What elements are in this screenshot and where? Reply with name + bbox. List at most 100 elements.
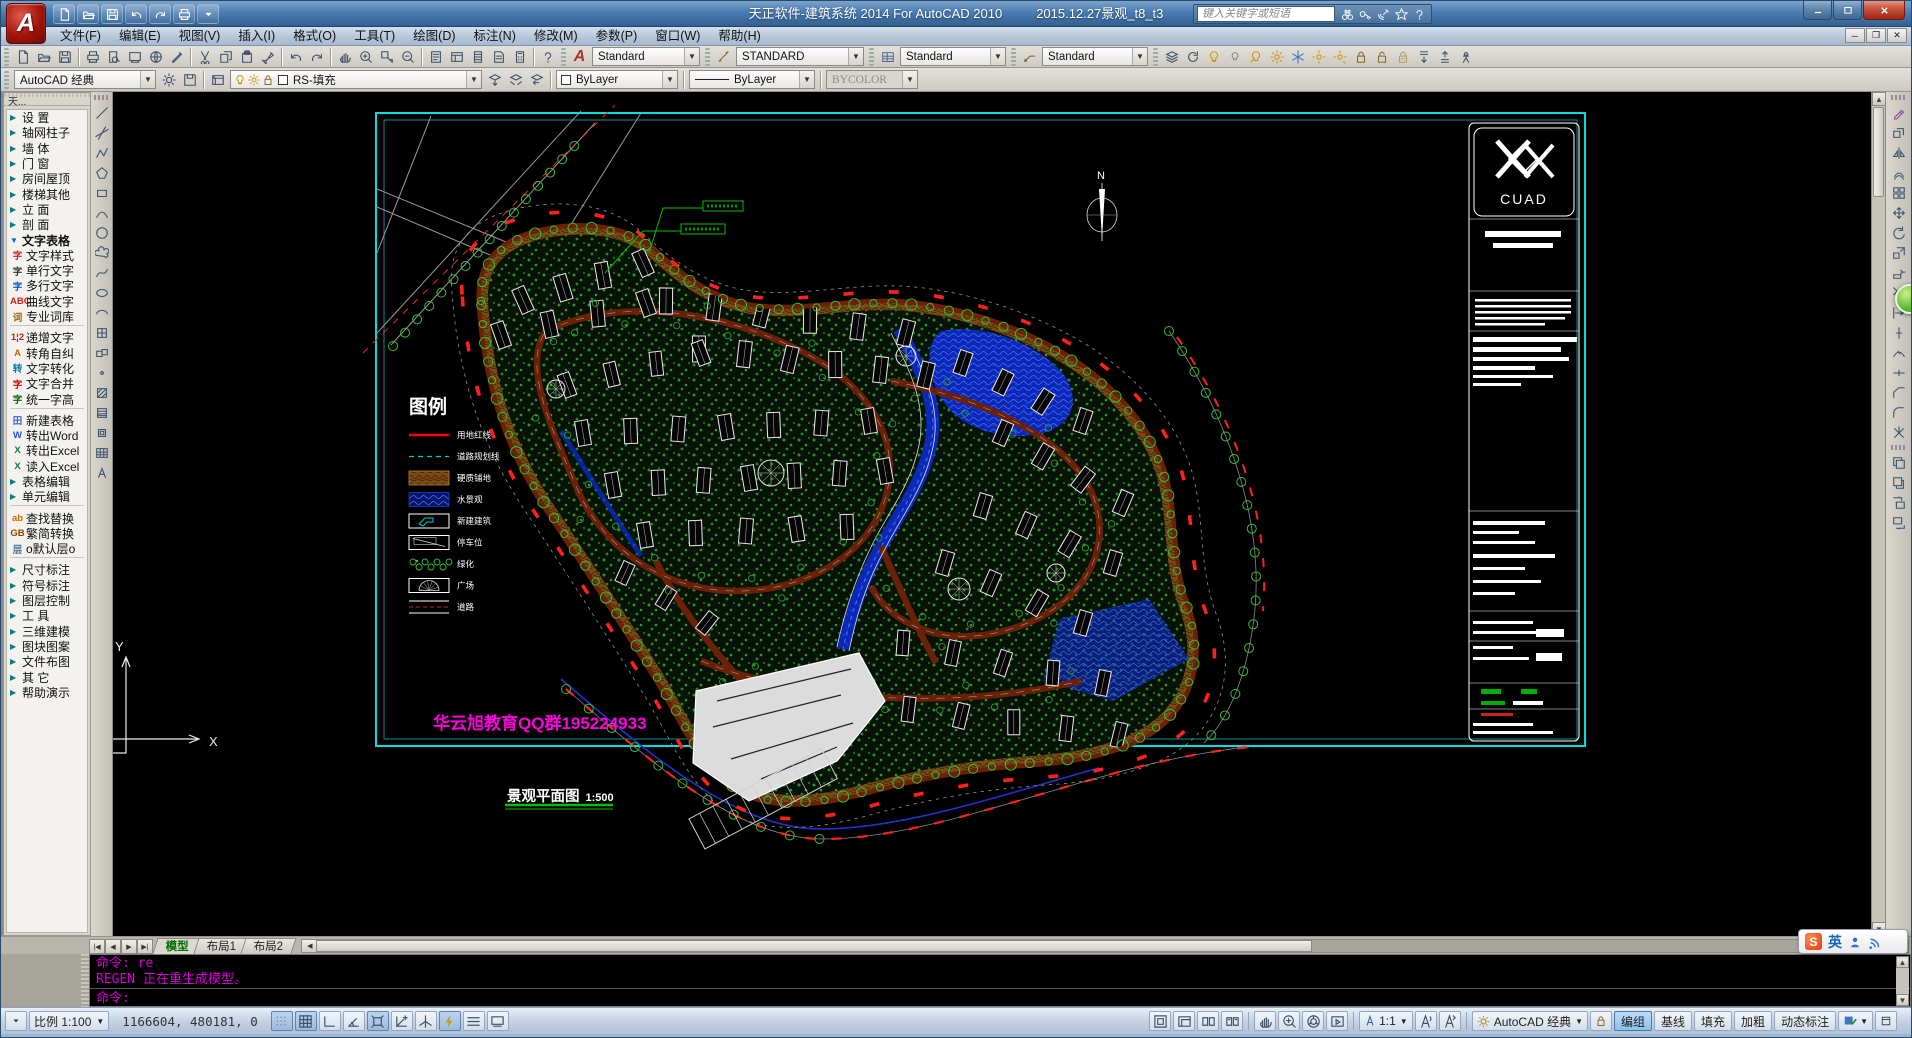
infocenter-search-input[interactable]: [1197, 6, 1335, 22]
rotate-icon[interactable]: [1889, 223, 1909, 242]
plot-icon[interactable]: [173, 4, 195, 24]
ellipse-icon[interactable]: [92, 283, 112, 302]
redo-icon[interactable]: [306, 47, 327, 67]
gradient-icon[interactable]: [92, 403, 112, 422]
array-icon[interactable]: [1889, 183, 1909, 202]
layer-refresh-icon[interactable]: [1182, 47, 1203, 67]
scroll-up-icon[interactable]: ▲: [1896, 956, 1909, 968]
canvas-horizontal-scrollbar[interactable]: ◀ ▶: [301, 939, 1909, 953]
palette-item-11[interactable]: 字多行文字: [7, 278, 87, 293]
palette-item-23[interactable]: X转出Excel: [7, 443, 87, 458]
annotation-scale-control[interactable]: 1:1▼: [1359, 1011, 1413, 1031]
menu-item-11[interactable]: 帮助(H): [709, 27, 769, 46]
lock-icon[interactable]: [1350, 47, 1371, 67]
palette-item-19[interactable]: 字统一字高: [7, 391, 87, 406]
toolbar-grip[interactable]: [4, 71, 9, 89]
wifi-icon[interactable]: [1868, 935, 1882, 949]
palette-item-37[interactable]: ▶图块图案: [7, 639, 87, 654]
join-icon[interactable]: [1889, 363, 1909, 382]
palette-item-35[interactable]: ▶工 具: [7, 608, 87, 623]
first-tab-icon[interactable]: |◀: [89, 939, 105, 954]
zoom-window-icon[interactable]: [376, 47, 397, 67]
palette-item-34[interactable]: ▶图层控制: [7, 593, 87, 608]
palette-item-9[interactable]: 字文字样式: [7, 248, 87, 263]
bulb-off-icon[interactable]: [1224, 47, 1245, 67]
toolbar-grip[interactable]: [94, 95, 110, 100]
command-window-grip[interactable]: [81, 954, 89, 1007]
snap-icon[interactable]: [271, 1011, 293, 1031]
pan-icon[interactable]: [334, 47, 355, 67]
qat-dropdown-icon[interactable]: [197, 4, 219, 24]
sogou-logo-icon[interactable]: S: [1805, 933, 1822, 950]
otrack-icon[interactable]: [391, 1011, 413, 1031]
toggle-动态标注[interactable]: 动态标注: [1774, 1011, 1836, 1031]
bulb-on-icon[interactable]: [1203, 47, 1224, 67]
model-space-icon[interactable]: [1149, 1011, 1171, 1031]
show-motion-icon[interactable]: [1326, 1011, 1348, 1031]
ime-toolbar[interactable]: S 英: [1798, 929, 1908, 954]
menu-item-5[interactable]: 工具(T): [345, 27, 404, 46]
move-icon[interactable]: [1889, 203, 1909, 222]
menu-item-9[interactable]: 参数(P): [587, 27, 647, 46]
recent-commands-icon[interactable]: [5, 1011, 27, 1031]
insert-block-icon[interactable]: [92, 323, 112, 342]
workspace-combo[interactable]: AutoCAD 经典▼: [14, 70, 156, 89]
toolbar-grip[interactable]: [561, 48, 566, 66]
pan-icon[interactable]: [1254, 1011, 1276, 1031]
command-scrollbar[interactable]: ▲ ▼: [1896, 956, 1909, 1006]
star-icon[interactable]: [1392, 6, 1410, 22]
cut-icon[interactable]: [194, 47, 215, 67]
polar-icon[interactable]: [343, 1011, 365, 1031]
line-icon[interactable]: [92, 103, 112, 122]
calculator-icon[interactable]: [509, 47, 530, 67]
menu-item-2[interactable]: 视图(V): [170, 27, 230, 46]
palette-item-36[interactable]: ▶三维建模: [7, 624, 87, 639]
construction-line-icon[interactable]: [92, 123, 112, 142]
scrollbar-thumb[interactable]: [316, 940, 1312, 952]
palette-item-22[interactable]: W转出Word: [7, 428, 87, 443]
help-icon[interactable]: [537, 47, 558, 67]
layer-previous-icon[interactable]: [526, 70, 547, 90]
command-text-area[interactable]: 命令: re REGEN 正在重生成模型。 命令: ▲ ▼: [89, 954, 1911, 1007]
key-icon[interactable]: [1356, 6, 1374, 22]
last-tab-icon[interactable]: ▶|: [137, 939, 153, 954]
fillet-icon[interactable]: [1889, 403, 1909, 422]
auto-annotation-icon[interactable]: [1439, 1011, 1461, 1031]
zoom-previous-icon[interactable]: [397, 47, 418, 67]
person-icon[interactable]: [1848, 935, 1862, 949]
tool-palettes-icon[interactable]: [467, 47, 488, 67]
dyn-icon[interactable]: [439, 1011, 461, 1031]
palette-item-6[interactable]: ▶立 面: [7, 202, 87, 217]
palette-item-5[interactable]: ▶楼梯其他: [7, 186, 87, 201]
mleader-style-combo[interactable]: Standard▼: [1042, 47, 1148, 66]
toggle-基线[interactable]: 基线: [1654, 1011, 1692, 1031]
draworder-below-icon[interactable]: [1889, 513, 1909, 532]
copy-object-icon[interactable]: [1889, 123, 1909, 142]
mtext-icon[interactable]: [92, 463, 112, 482]
next-tab-icon[interactable]: ▶: [121, 939, 137, 954]
palette-item-40[interactable]: ▶帮助演示: [7, 685, 87, 700]
palette-item-8[interactable]: ▼文字表格: [7, 232, 87, 247]
save-file-icon[interactable]: [54, 47, 75, 67]
status-tray-icon[interactable]: ▼: [1838, 1011, 1873, 1031]
save-workspace-icon[interactable]: [179, 70, 200, 90]
menu-item-8[interactable]: 修改(M): [525, 27, 587, 46]
help-icon[interactable]: [1410, 6, 1428, 22]
toggle-填充[interactable]: 填充: [1694, 1011, 1732, 1031]
scale-control[interactable]: 比例 1:100▼: [29, 1011, 109, 1031]
maximize-button[interactable]: [1833, 1, 1862, 20]
toggle-加粗[interactable]: 加粗: [1734, 1011, 1772, 1031]
layout-icon[interactable]: [1173, 1011, 1195, 1031]
point-icon[interactable]: [92, 363, 112, 382]
zoom-realtime-icon[interactable]: [1278, 1011, 1300, 1031]
arc-icon[interactable]: [92, 203, 112, 222]
undo-icon[interactable]: [285, 47, 306, 67]
palette-item-17[interactable]: 转文字转化: [7, 361, 87, 376]
person-walk-icon[interactable]: [1455, 47, 1476, 67]
application-menu-button[interactable]: A: [6, 3, 46, 44]
toolbar-grip[interactable]: [1011, 48, 1016, 66]
palette-item-7[interactable]: ▶剖 面: [7, 217, 87, 232]
snowflake-icon[interactable]: [1287, 47, 1308, 67]
layers-stack-icon[interactable]: [1161, 47, 1182, 67]
new-file-icon[interactable]: [53, 4, 75, 24]
